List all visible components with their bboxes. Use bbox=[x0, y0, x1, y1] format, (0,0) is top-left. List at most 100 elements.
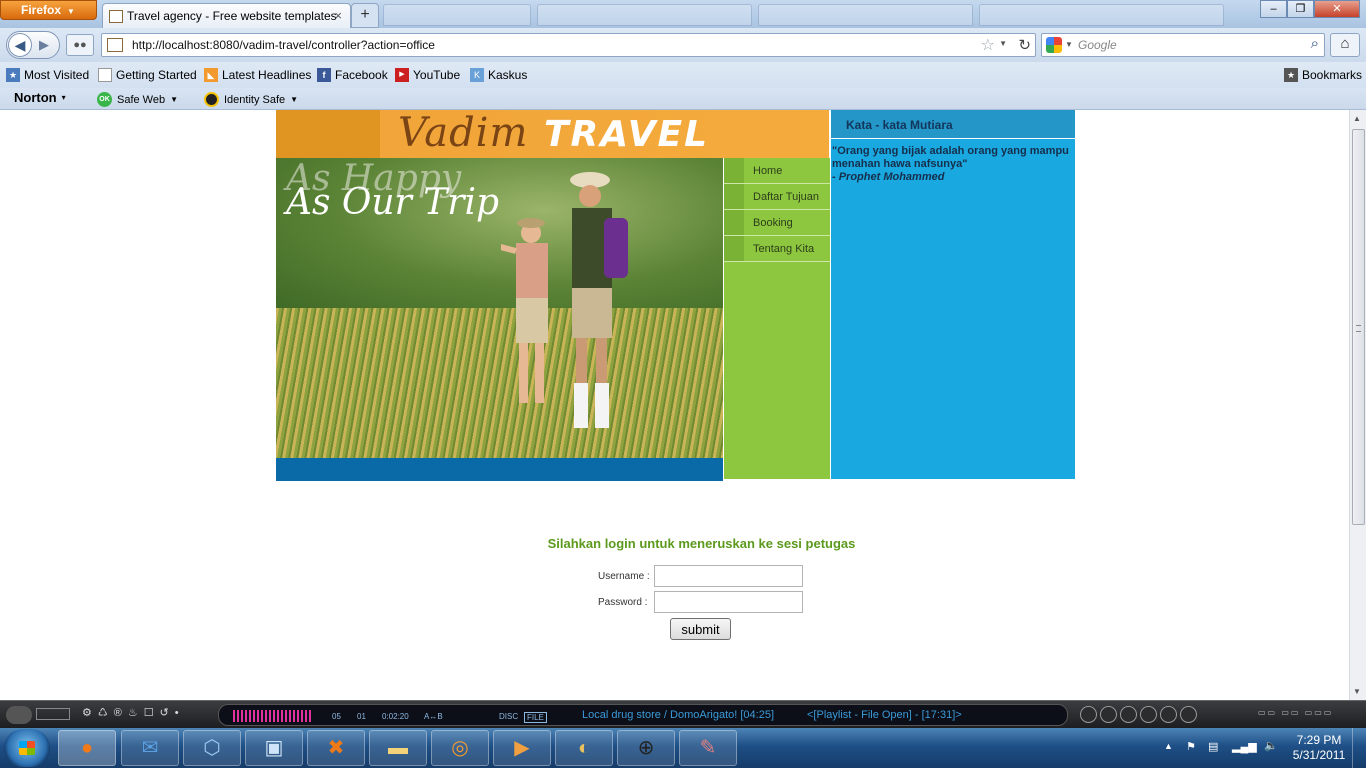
device-icon[interactable]: ▤ bbox=[1208, 740, 1218, 753]
bookmark-youtube[interactable]: ▶ YouTube bbox=[395, 68, 460, 82]
previous-icon[interactable] bbox=[1080, 706, 1097, 723]
bookmarks-menu[interactable]: ★ Bookmarks bbox=[1284, 68, 1362, 82]
bookmarks-menu-label: Bookmarks bbox=[1302, 68, 1363, 82]
bookmark-most-visited[interactable]: ★ Most Visited bbox=[6, 68, 89, 82]
menu-item-tentang-kita[interactable]: Tentang Kita bbox=[724, 236, 830, 262]
scroll-up-icon[interactable]: ▲ bbox=[1353, 114, 1361, 123]
close-tab-icon[interactable]: × bbox=[334, 8, 342, 23]
tab-travel-agency[interactable]: Travel agency - Free website templates × bbox=[102, 3, 351, 28]
network-signal-icon[interactable]: ▂▄▆ bbox=[1232, 740, 1257, 753]
clock-time: 7:29 PM bbox=[1296, 733, 1342, 747]
search-input[interactable]: Google bbox=[1078, 38, 1117, 52]
engine-dropdown-icon[interactable]: ▼ bbox=[1065, 40, 1073, 49]
taskbar-clock[interactable]: 7:29 PM 5/31/2011 bbox=[1288, 733, 1350, 763]
file-label[interactable]: FILE bbox=[524, 712, 547, 723]
next-icon[interactable] bbox=[1140, 706, 1157, 723]
hiker-woman-figure bbox=[501, 218, 548, 403]
site-logo[interactable]: Vadim TRAVEL bbox=[276, 110, 829, 158]
bookmark-label: Most Visited bbox=[24, 68, 90, 82]
menu-item-label: Tentang Kita bbox=[753, 243, 815, 255]
thunderbird-icon: ✉ bbox=[141, 737, 159, 759]
record-icon[interactable] bbox=[1180, 706, 1197, 723]
password-input[interactable] bbox=[654, 591, 803, 613]
bookmark-latest-headlines[interactable]: ◣ Latest Headlines bbox=[204, 68, 311, 82]
taskbar-browser-globe[interactable]: ⊕ bbox=[617, 730, 675, 766]
favicon-icon bbox=[109, 10, 123, 23]
background-tab[interactable] bbox=[758, 4, 973, 26]
bookmark-star-icon[interactable]: ☆ bbox=[981, 35, 995, 55]
now-playing-text: Local drug store / DomoArigato! [04:25] bbox=[582, 709, 774, 721]
menu-item-label: Home bbox=[753, 165, 783, 177]
firefox-button-label: Firefox bbox=[21, 3, 62, 17]
identity-safe-menu[interactable]: Identity Safe ▼ bbox=[204, 92, 298, 107]
player-control-icons[interactable]: ⚙♺®♨☐↺• bbox=[82, 706, 212, 722]
scroll-down-icon[interactable]: ▼ bbox=[1353, 687, 1361, 696]
taskbar-app-orange[interactable]: ◎ bbox=[431, 730, 489, 766]
cube-icon: ⬡ bbox=[203, 737, 221, 759]
safe-web-label: Safe Web bbox=[117, 93, 166, 106]
submit-button[interactable]: submit bbox=[670, 618, 731, 640]
firefox-icon: ● bbox=[80, 737, 94, 759]
taskbar-media-player[interactable]: ▶ bbox=[493, 730, 551, 766]
taskbar-explorer[interactable]: ▬ bbox=[369, 730, 427, 766]
quote-author: - Prophet Mohammed bbox=[832, 171, 945, 183]
player-logo-icon[interactable] bbox=[6, 706, 32, 724]
minimize-icon[interactable]: ‒ bbox=[1260, 0, 1287, 18]
search-icon[interactable]: ⌕ bbox=[1311, 35, 1319, 52]
menu-item-daftar-tujuan[interactable]: Daftar Tujuan bbox=[724, 184, 830, 210]
menu-item-label: Booking bbox=[753, 217, 793, 229]
player-window-icons[interactable]: ▭▭ ▭▭ ▭▭▭ bbox=[1258, 708, 1358, 722]
player-mode-icon[interactable] bbox=[36, 708, 70, 720]
background-tab[interactable] bbox=[979, 4, 1224, 26]
show-desktop-button[interactable] bbox=[1352, 728, 1366, 768]
firefox-menu-button[interactable]: Firefox ▼ bbox=[0, 0, 97, 20]
eclipse-icon: ◐ bbox=[577, 737, 591, 759]
url-bar[interactable]: http://localhost:8080/vadim-travel/contr… bbox=[101, 33, 1036, 57]
repeat-icon[interactable] bbox=[1160, 706, 1177, 723]
taskbar-firefox[interactable]: ● bbox=[58, 730, 116, 766]
taskbar-app-globe[interactable]: ◐ bbox=[555, 730, 613, 766]
taskbar-paint[interactable]: ✎ bbox=[679, 730, 737, 766]
search-bar[interactable]: ▼ Google ⌕ bbox=[1041, 33, 1325, 57]
taskbar-virtualbox[interactable]: ⬡ bbox=[183, 730, 241, 766]
action-center-icon[interactable]: ⚑ bbox=[1186, 740, 1196, 753]
menu-item-home[interactable]: Home bbox=[724, 158, 830, 184]
url-text[interactable]: http://localhost:8080/vadim-travel/contr… bbox=[132, 38, 435, 52]
back-forward-group: ◀ ▶ bbox=[6, 31, 60, 59]
forward-arrow-icon[interactable]: ▶ bbox=[39, 37, 49, 53]
google-engine-icon[interactable] bbox=[1046, 37, 1062, 53]
panorama-button[interactable]: ●● bbox=[66, 34, 94, 56]
taskbar-xampp[interactable]: ✖ bbox=[307, 730, 365, 766]
bookmark-getting-started[interactable]: Getting Started bbox=[98, 68, 197, 82]
vertical-scrollbar[interactable]: ▲ ▼ bbox=[1349, 110, 1366, 700]
orbit-icon: ◎ bbox=[451, 737, 469, 759]
show-hidden-icons[interactable]: ▲ bbox=[1164, 741, 1173, 751]
page-viewport: Vadim TRAVEL As Happy As Our Trip Home D… bbox=[0, 110, 1366, 700]
stop-icon[interactable] bbox=[1100, 706, 1117, 723]
pause-icon[interactable] bbox=[1120, 706, 1137, 723]
background-tab[interactable] bbox=[383, 4, 531, 26]
volume-icon[interactable]: 🔈 bbox=[1264, 739, 1278, 752]
scrollbar-thumb[interactable] bbox=[1352, 129, 1365, 525]
back-arrow-icon[interactable]: ◀ bbox=[8, 33, 32, 57]
quote-sidebar: Kata - kata Mutiara "Orang yang bijak ad… bbox=[830, 110, 1075, 479]
main-menu: Home Daftar Tujuan Booking Tentang Kita bbox=[724, 158, 830, 479]
home-button[interactable]: ⌂ bbox=[1330, 33, 1360, 57]
url-dropdown-icon[interactable]: ▼ bbox=[999, 39, 1007, 48]
taskbar-thunderbird[interactable]: ✉ bbox=[121, 730, 179, 766]
maximize-icon[interactable]: ❐ bbox=[1287, 0, 1314, 18]
ab-repeat-toggle[interactable]: A↔B bbox=[424, 712, 443, 721]
folder-icon: ▬ bbox=[388, 737, 408, 759]
new-tab-button[interactable]: + bbox=[351, 3, 379, 28]
safe-web-menu[interactable]: OK Safe Web ▼ bbox=[97, 92, 178, 107]
username-input[interactable] bbox=[654, 565, 803, 587]
bookmark-kaskus[interactable]: K Kaskus bbox=[470, 68, 527, 82]
background-tab[interactable] bbox=[537, 4, 752, 26]
menu-item-booking[interactable]: Booking bbox=[724, 210, 830, 236]
reload-icon[interactable]: ↻ bbox=[1018, 36, 1031, 54]
bookmark-facebook[interactable]: f Facebook bbox=[317, 68, 388, 82]
taskbar-network[interactable]: ▣ bbox=[245, 730, 303, 766]
start-button[interactable] bbox=[4, 729, 50, 767]
norton-menu[interactable]: Norton ▾ bbox=[14, 90, 66, 105]
close-window-icon[interactable]: ✕ bbox=[1314, 0, 1360, 18]
